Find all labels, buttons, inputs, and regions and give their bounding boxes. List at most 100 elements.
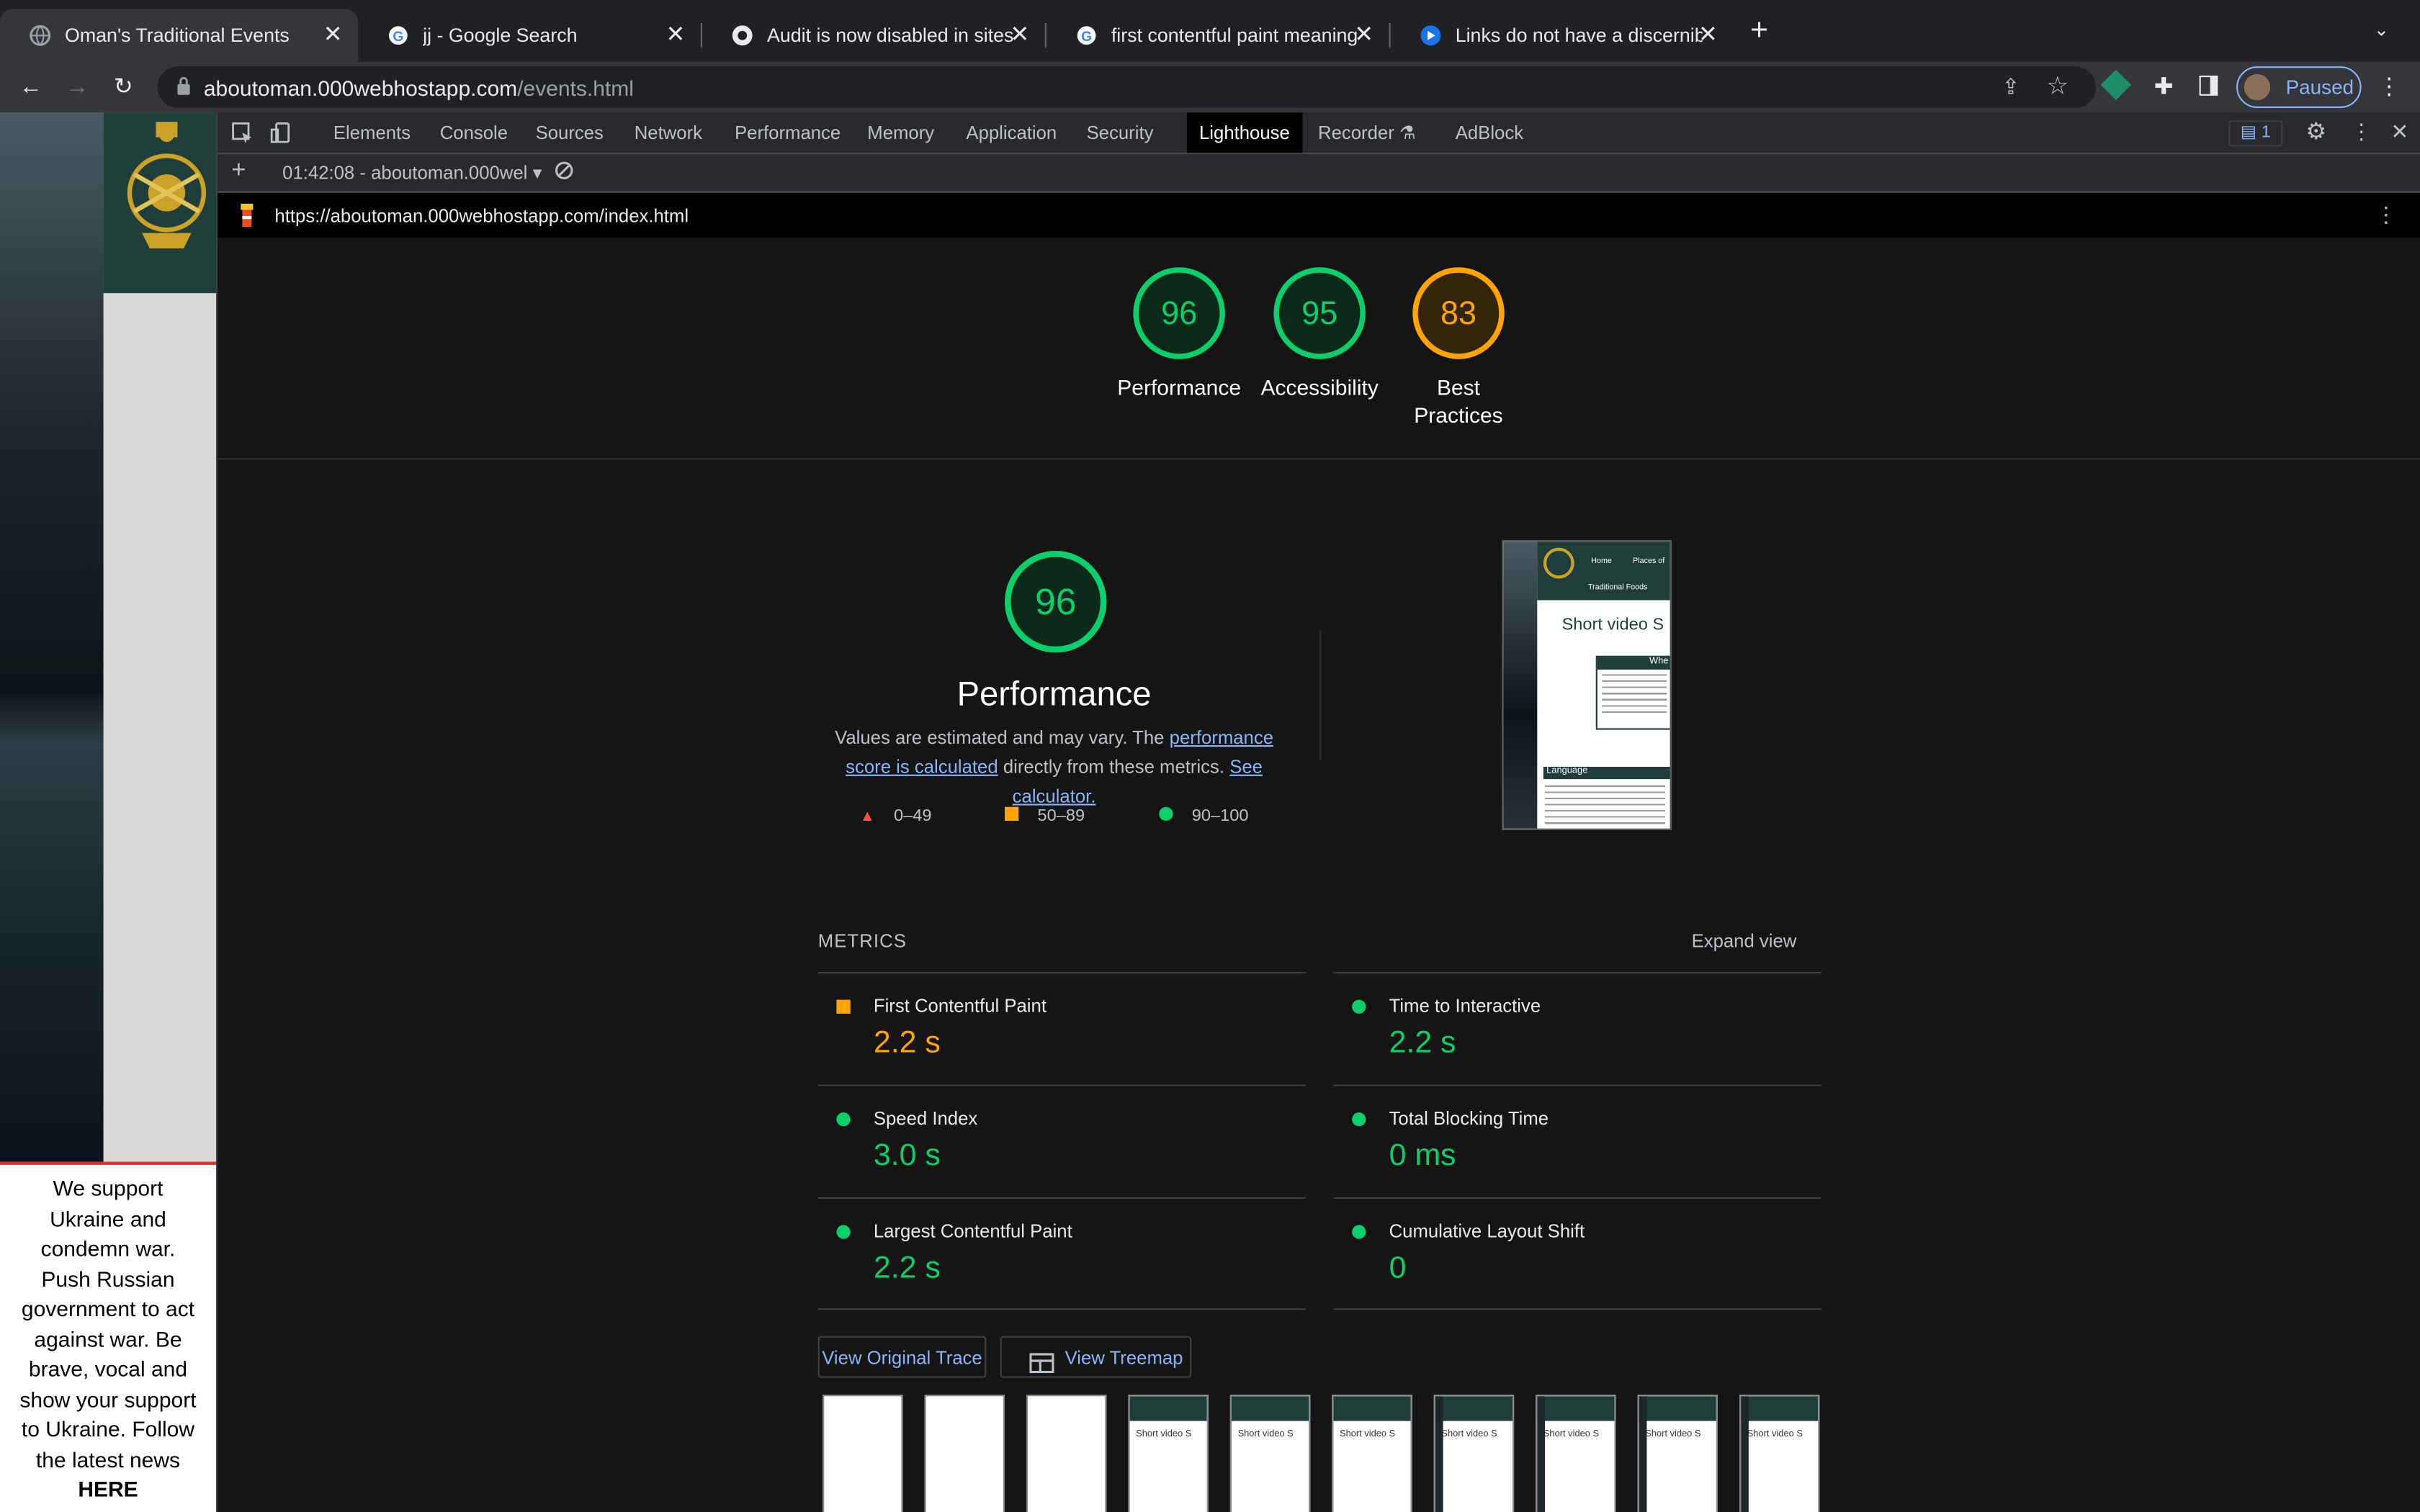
browser-toolbar: ← → ↻ aboutoman.000webhostapp.com/events…: [0, 61, 2420, 113]
devtools-menu-icon[interactable]: ⋮: [2351, 119, 2372, 145]
browser-tab[interactable]: Oman's Traditional Events ✕: [0, 9, 359, 62]
notice-line: Ukraine and: [50, 1205, 166, 1230]
lighthouse-logo-icon: [238, 203, 256, 233]
final-screenshot[interactable]: Home Places of Traditional Foods Short v…: [1502, 540, 1672, 830]
google-icon: G: [1074, 23, 1098, 48]
expand-view-toggle[interactable]: Expand view: [1692, 930, 1797, 952]
tab-security[interactable]: Security: [1087, 122, 1154, 143]
metric-value: 2.2 s: [873, 1251, 941, 1285]
tab-application[interactable]: Application: [966, 122, 1057, 143]
kebab-menu-icon[interactable]: ⋮: [2374, 73, 2405, 104]
tab-memory[interactable]: Memory: [867, 122, 934, 143]
forward-arrow-icon[interactable]: →: [62, 73, 93, 104]
ukraine-support-notice: We support Ukraine and condemn war. Push…: [0, 1161, 216, 1512]
filmstrip-frame: [924, 1395, 1005, 1512]
legend-fail: ▲ 0–49: [860, 807, 932, 826]
extension-diamond-icon[interactable]: [2100, 69, 2132, 101]
share-icon[interactable]: ⇪: [2002, 74, 2020, 100]
address-bar[interactable]: aboutoman.000webhostapp.com/events.html …: [157, 66, 2096, 108]
profile-button[interactable]: Paused: [2236, 66, 2362, 108]
close-icon[interactable]: ✕: [323, 22, 343, 48]
tab-search-chevron-icon[interactable]: ⌄: [2374, 19, 2390, 40]
view-original-trace-button[interactable]: View Original Trace: [817, 1336, 987, 1378]
shot-box-title: Whe: [1597, 657, 1670, 670]
browser-tab[interactable]: G jj - Google Search ✕: [358, 9, 701, 62]
notice-line: against war. Be: [34, 1326, 182, 1351]
tab-title: first contentful paint meaning -: [1111, 24, 1358, 47]
metric-total-blocking-time: Total Blocking Time 0 ms: [1333, 1084, 1821, 1197]
tab-performance[interactable]: Performance: [735, 122, 841, 143]
report-menu-icon[interactable]: ⋮: [2375, 202, 2397, 228]
close-icon[interactable]: ✕: [1354, 22, 1373, 48]
report-selector[interactable]: 01:42:08 - aboutoman.000wel ▾: [282, 162, 542, 184]
report-selector-label: 01:42:08 - aboutoman.000wel: [282, 162, 528, 184]
desc-text: directly from these metrics.: [1003, 756, 1225, 778]
treemap-label: View Treemap: [1065, 1346, 1183, 1369]
avatar: [2244, 73, 2271, 101]
legend-label: 50–89: [1037, 806, 1085, 826]
clear-reports-icon[interactable]: [554, 161, 574, 185]
shot-nav: Home: [1591, 557, 1612, 567]
settings-gear-icon[interactable]: ⚙: [2305, 117, 2326, 145]
globe-icon: [28, 23, 53, 48]
tab-title: Links do not have a discernible: [1455, 24, 1703, 47]
divider: [1333, 1308, 1821, 1310]
devtools-tab-bar: Elements Console Sources Network Perform…: [218, 112, 2420, 155]
metric-value: 0 ms: [1389, 1138, 1456, 1173]
new-report-plus-icon[interactable]: +: [231, 158, 246, 186]
browser-tab[interactable]: Links do not have a discernible ✕: [1391, 9, 1734, 62]
screenshot-bg: [1503, 541, 1538, 829]
score-ring: 83: [1412, 267, 1505, 359]
new-tab-icon[interactable]: +: [1750, 15, 1768, 46]
tab-recorder[interactable]: Recorder ⚗: [1318, 122, 1416, 143]
close-devtools-icon[interactable]: ✕: [2390, 119, 2408, 145]
view-treemap-button[interactable]: View Treemap: [1000, 1336, 1192, 1378]
performance-score-gauge: 96: [1002, 548, 1110, 664]
background-image: [0, 112, 104, 1162]
shot-box: Whe: [1595, 655, 1670, 730]
tab-elements[interactable]: Elements: [333, 122, 411, 143]
lighthouse-report: 96 Performance 95 Accessibility 83 Best …: [218, 238, 2420, 1512]
frame-bg: [1537, 1396, 1545, 1512]
tab-network[interactable]: Network: [635, 122, 702, 143]
frame-heading: Short video S: [1237, 1430, 1294, 1440]
flask-icon: ⚗: [1399, 122, 1417, 144]
tab-adblock[interactable]: AdBlock: [1456, 122, 1523, 143]
shot-text-lines: [1602, 674, 1667, 718]
tab-sources[interactable]: Sources: [536, 122, 604, 143]
url-path: /events.html: [517, 76, 634, 101]
shot-heading: Short video S: [1561, 616, 1664, 634]
metric-value: 0: [1389, 1251, 1407, 1285]
frame-heading: Short video S: [1543, 1430, 1600, 1440]
browser-tab[interactable]: Audit is now disabled in sites n ✕: [702, 9, 1045, 62]
profile-label: Paused: [2285, 76, 2354, 99]
reload-icon[interactable]: ↻: [108, 73, 139, 104]
news-link[interactable]: HERE: [78, 1477, 138, 1501]
frame-header: [1333, 1396, 1411, 1421]
lighthouse-icon: [1418, 23, 1443, 48]
filmstrip-frame: Short video S: [1637, 1395, 1718, 1512]
issues-badge[interactable]: ▤ 1: [2228, 120, 2283, 147]
extensions-puzzle-icon[interactable]: ✚: [2148, 73, 2179, 104]
gauge-best-practices[interactable]: 83 Best Practices: [1368, 266, 1550, 429]
bookmark-star-icon[interactable]: ☆: [2046, 71, 2069, 102]
metric-name: Time to Interactive: [1389, 995, 1541, 1017]
tab-title: Audit is now disabled in sites n: [767, 24, 1014, 47]
circle-icon: [1159, 806, 1173, 821]
frame-header: [1129, 1396, 1207, 1421]
inspect-element-icon[interactable]: [231, 122, 253, 151]
close-icon[interactable]: ✕: [1698, 22, 1718, 48]
legend-label: 90–100: [1191, 806, 1249, 826]
square-icon: [836, 999, 851, 1014]
device-toolbar-icon[interactable]: [270, 122, 292, 151]
score-ring: 96: [1133, 267, 1225, 359]
notice-line: government to act: [21, 1296, 195, 1321]
side-panel-icon[interactable]: [2199, 76, 2218, 96]
back-arrow-icon[interactable]: ←: [15, 73, 46, 104]
frame-heading: Short video S: [1136, 1430, 1192, 1440]
close-icon[interactable]: ✕: [666, 22, 685, 48]
tab-lighthouse[interactable]: Lighthouse: [1186, 112, 1302, 153]
tab-console[interactable]: Console: [440, 122, 508, 143]
close-icon[interactable]: ✕: [1010, 22, 1029, 48]
browser-tab[interactable]: G first contentful paint meaning - ✕: [1047, 9, 1389, 62]
